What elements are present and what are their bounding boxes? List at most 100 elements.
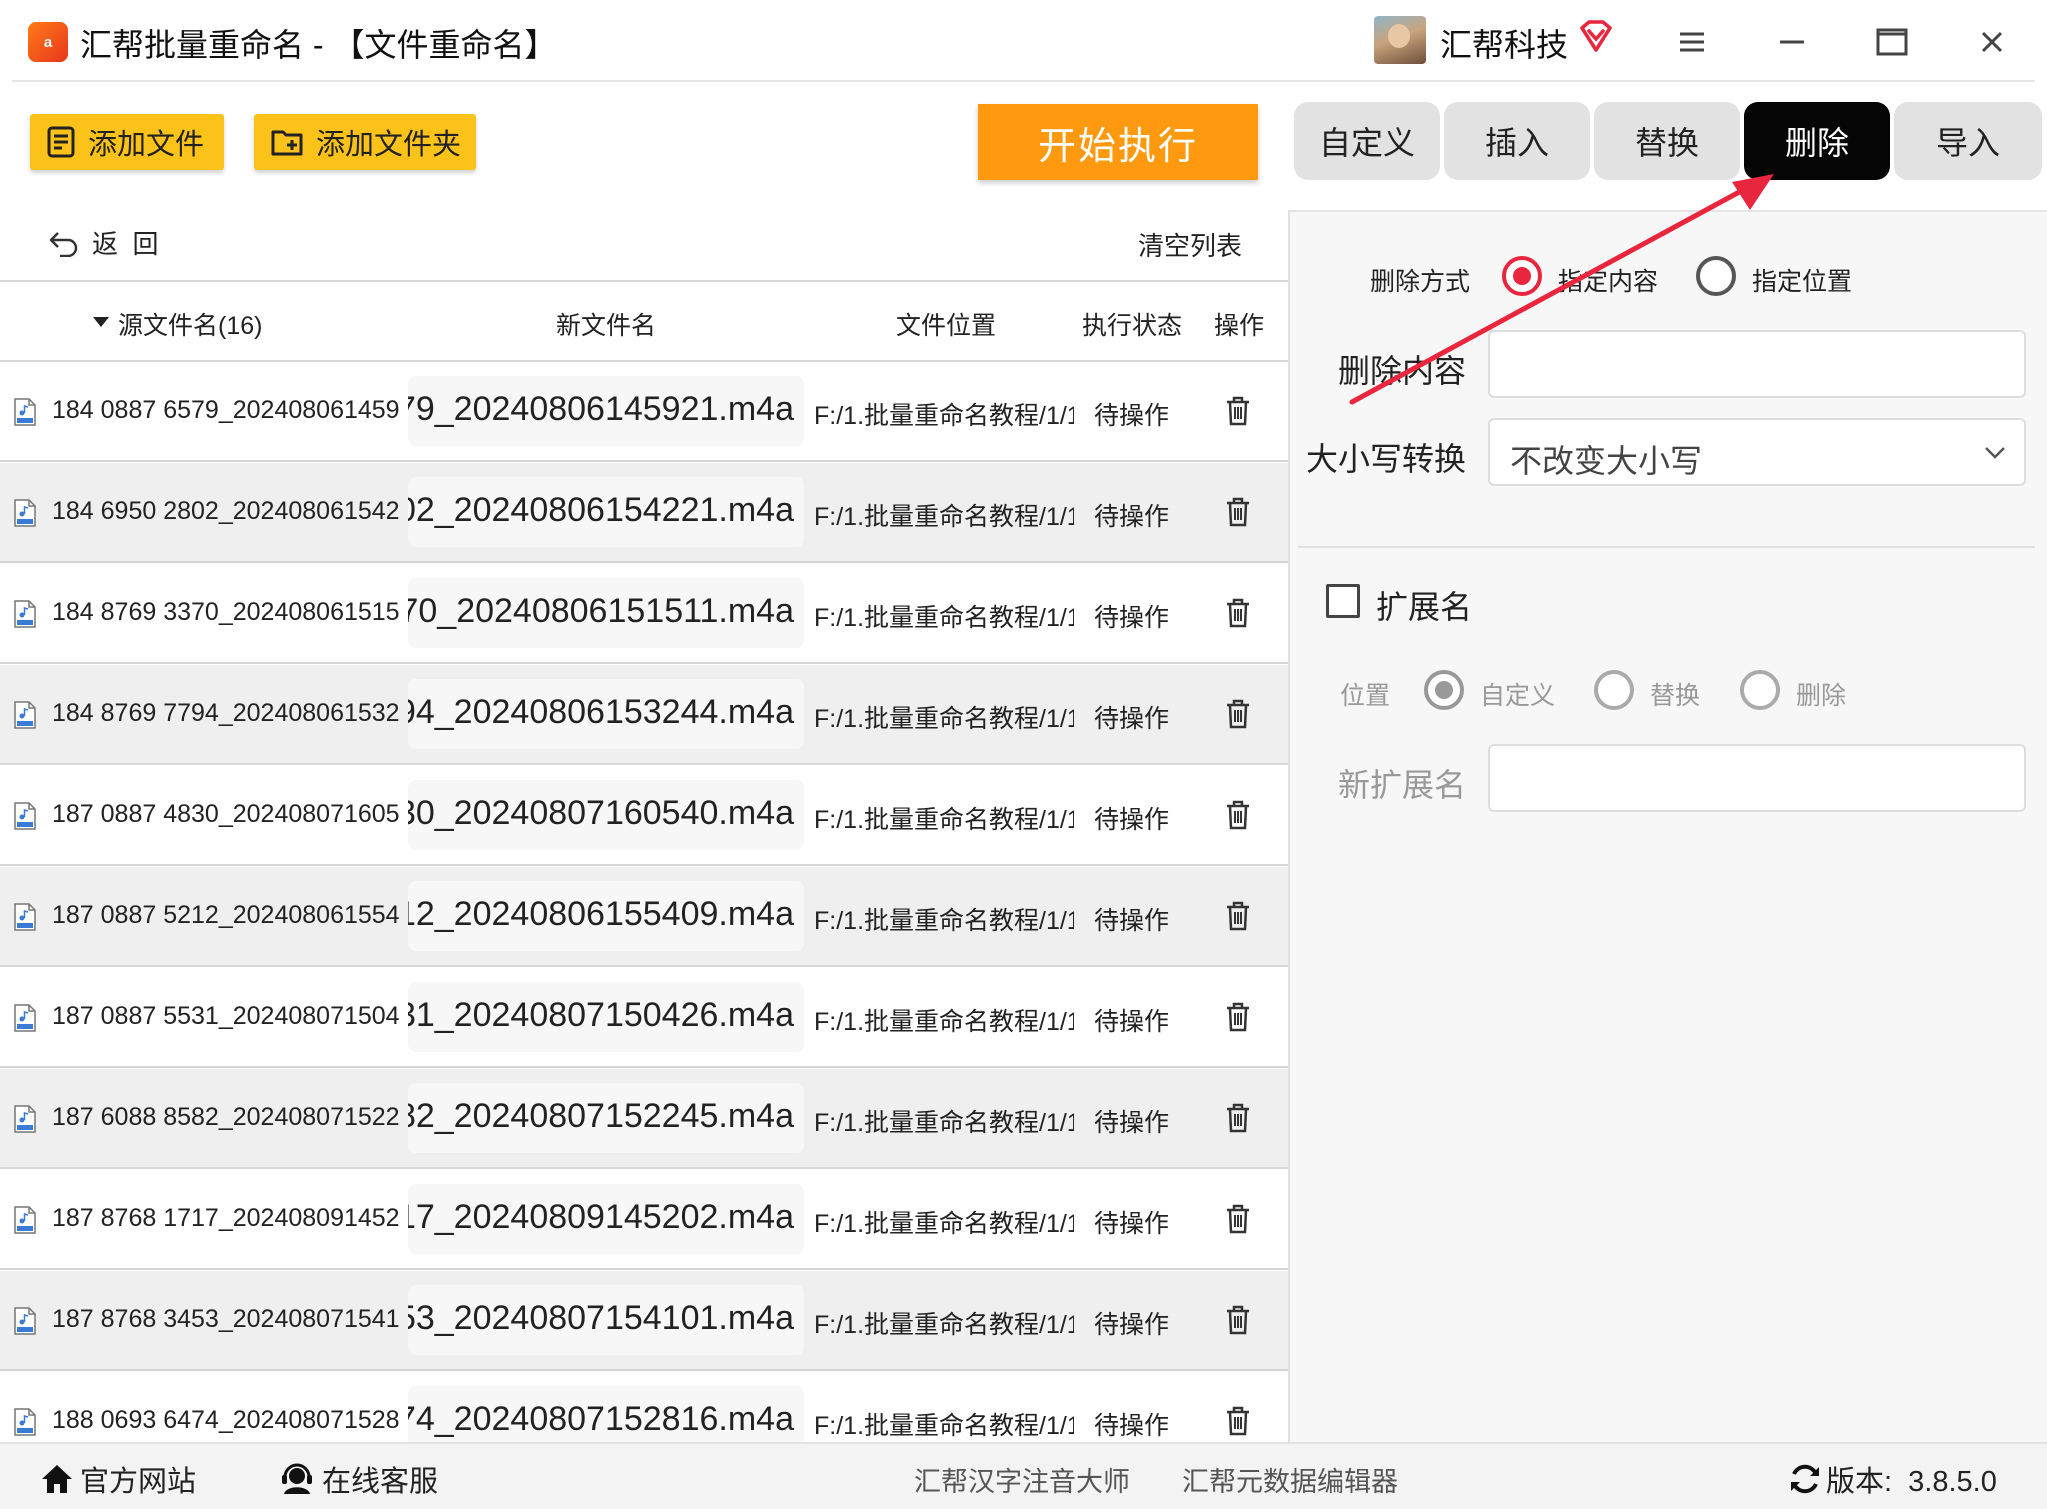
case-select-value: 不改变大小写 bbox=[1510, 443, 1703, 479]
m4a-file-icon bbox=[14, 499, 36, 527]
trash-icon[interactable] bbox=[1224, 497, 1252, 527]
table-row[interactable]: 187 0887 4830_202408071605 187 0887 4830_… bbox=[0, 766, 1288, 866]
source-filename: 184 8769 3370_202408061515 bbox=[52, 598, 400, 626]
m4a-file-icon bbox=[14, 1105, 36, 1133]
table-row[interactable]: 187 0887 5212_202408061554 187 0887 5212_… bbox=[0, 867, 1288, 967]
case-label: 大小写转换 bbox=[1306, 441, 1467, 477]
status-text: 待操作 bbox=[1094, 503, 1170, 531]
radio-ext-replace-label[interactable]: 替换 bbox=[1650, 676, 1700, 712]
radio-ext-custom-label[interactable]: 自定义 bbox=[1480, 676, 1555, 712]
file-location: F:/1.批量重命名教程/1/1 bbox=[814, 604, 1074, 632]
table-row[interactable]: 184 0887 6579_202408061459 184 0887 6579_… bbox=[0, 362, 1288, 462]
status-text: 待操作 bbox=[1094, 907, 1170, 935]
new-filename-field[interactable]: 188 0693 6474_20240807152816.m4a bbox=[408, 1386, 804, 1442]
tab-insert[interactable]: 插入 bbox=[1444, 102, 1590, 180]
clear-list-button[interactable]: 清空列表 bbox=[1138, 226, 1242, 263]
menu-icon[interactable] bbox=[1670, 20, 1714, 64]
link-metadata-app[interactable]: 汇帮元数据编辑器 bbox=[1182, 1460, 1398, 1499]
new-filename-field[interactable]: 187 0887 4830_20240807160540.m4a bbox=[408, 780, 804, 850]
tab-replace[interactable]: 替换 bbox=[1594, 102, 1740, 180]
tab-custom[interactable]: 自定义 bbox=[1294, 102, 1440, 180]
website-label: 官方网站 bbox=[80, 1466, 197, 1498]
back-button[interactable]: 返 回 bbox=[48, 224, 158, 261]
new-extension-label: 新扩展名 bbox=[1338, 767, 1467, 803]
radio-ext-custom[interactable] bbox=[1424, 670, 1464, 710]
m4a-file-icon bbox=[14, 1206, 36, 1234]
file-location: F:/1.批量重命名教程/1/1 bbox=[814, 907, 1074, 935]
trash-icon[interactable] bbox=[1224, 1305, 1252, 1335]
file-location: F:/1.批量重命名教程/1/1 bbox=[814, 806, 1074, 834]
trash-icon[interactable] bbox=[1224, 1103, 1252, 1133]
sort-desc-icon[interactable] bbox=[92, 306, 110, 335]
trash-icon[interactable] bbox=[1224, 1204, 1252, 1234]
new-filename-field[interactable]: 187 8768 3453_20240807154101.m4a bbox=[408, 1285, 804, 1355]
link-pinyin-app[interactable]: 汇帮汉字注音大师 bbox=[914, 1460, 1130, 1499]
table-row[interactable]: 187 0887 5531_202408071504 187 0887 5531_… bbox=[0, 968, 1288, 1068]
support-link[interactable]: 在线客服 bbox=[280, 1458, 438, 1500]
new-filename-field[interactable]: 187 0887 5531_20240807150426.m4a bbox=[408, 982, 804, 1052]
tab-delete[interactable]: 删除 bbox=[1744, 102, 1890, 180]
new-filename-field[interactable]: 187 0887 5212_20240806155409.m4a bbox=[408, 881, 804, 951]
status-text: 待操作 bbox=[1094, 1109, 1170, 1137]
case-select[interactable]: 不改变大小写 bbox=[1488, 418, 2026, 486]
new-filename-field[interactable]: 184 8769 7794_20240806153244.m4a bbox=[408, 679, 804, 749]
close-icon[interactable] bbox=[1970, 20, 2014, 64]
trash-icon[interactable] bbox=[1224, 901, 1252, 931]
new-filename-field[interactable]: 187 8768 1717_20240809145202.m4a bbox=[408, 1184, 804, 1254]
file-location: F:/1.批量重命名教程/1/1 bbox=[814, 705, 1074, 733]
source-filename: 187 0887 4830_202408071605 bbox=[52, 800, 400, 828]
status-bar: 官方网站 在线客服 汇帮汉字注音大师 汇帮元数据编辑器 版本: 3.8.5.0 bbox=[0, 1442, 2047, 1509]
extension-checkbox-label[interactable]: 扩展名 bbox=[1376, 582, 1472, 628]
start-button[interactable]: 开始执行 bbox=[978, 104, 1258, 180]
radio-ext-delete-label[interactable]: 删除 bbox=[1796, 676, 1846, 712]
new-filename-field[interactable]: 184 0887 6579_20240806145921.m4a bbox=[408, 376, 804, 446]
table-row[interactable]: 187 6088 8582_202408071522 187 6088 8582_… bbox=[0, 1069, 1288, 1169]
extension-checkbox[interactable] bbox=[1326, 584, 1360, 618]
version-info[interactable]: 版本: 3.8.5.0 bbox=[1788, 1458, 1997, 1500]
maximize-icon[interactable] bbox=[1870, 20, 1914, 64]
table-row[interactable]: 184 8769 3370_202408061515 184 8769 3370_… bbox=[0, 564, 1288, 664]
company-name: 汇帮科技 bbox=[1440, 27, 1569, 63]
col-status: 执行状态 bbox=[1082, 312, 1183, 340]
panel-section-divider bbox=[1298, 546, 2035, 548]
new-filename-field[interactable]: 184 6950 2802_20240806154221.m4a bbox=[408, 477, 804, 547]
add-folder-label: 添加文件夹 bbox=[316, 129, 462, 161]
trash-icon[interactable] bbox=[1224, 699, 1252, 729]
website-link[interactable]: 官方网站 bbox=[40, 1458, 196, 1500]
table-row[interactable]: 184 6950 2802_202408061542 184 6950 2802_… bbox=[0, 463, 1288, 563]
source-filename: 188 0693 6474_202408071528 bbox=[52, 1406, 400, 1434]
minimize-icon[interactable] bbox=[1770, 20, 1814, 64]
trash-icon[interactable] bbox=[1224, 396, 1252, 426]
trash-icon[interactable] bbox=[1224, 598, 1252, 628]
m4a-file-icon bbox=[14, 600, 36, 628]
refresh-icon bbox=[1791, 1464, 1819, 1494]
table-row[interactable]: 187 8768 1717_202408091452 187 8768 1717_… bbox=[0, 1170, 1288, 1270]
add-folder-button[interactable]: 添加文件夹 bbox=[254, 114, 476, 170]
add-file-button[interactable]: 添加文件 bbox=[30, 114, 224, 170]
status-text: 待操作 bbox=[1094, 402, 1170, 430]
title-bar: a 汇帮批量重命名 - 【文件重命名】 汇帮科技 bbox=[0, 0, 2047, 82]
tab-import[interactable]: 导入 bbox=[1894, 102, 2042, 180]
radio-ext-delete[interactable] bbox=[1740, 670, 1780, 710]
file-table: 184 0887 6579_202408061459 184 0887 6579_… bbox=[0, 362, 1288, 1442]
status-text: 待操作 bbox=[1094, 604, 1170, 632]
radio-ext-replace[interactable] bbox=[1594, 670, 1634, 710]
user-avatar[interactable] bbox=[1374, 16, 1426, 64]
table-row[interactable]: 184 8769 7794_202408061532 184 8769 7794_… bbox=[0, 665, 1288, 765]
table-row[interactable]: 187 8768 3453_202408071541 187 8768 3453_… bbox=[0, 1271, 1288, 1371]
col-source[interactable]: 源文件名(16) bbox=[118, 306, 262, 342]
status-text: 待操作 bbox=[1094, 1412, 1170, 1440]
status-text: 待操作 bbox=[1094, 1311, 1170, 1339]
m4a-file-icon bbox=[14, 903, 36, 931]
new-filename-field[interactable]: 187 6088 8582_20240807152245.m4a bbox=[408, 1083, 804, 1153]
vip-diamond-icon[interactable] bbox=[1578, 18, 1614, 54]
trash-icon[interactable] bbox=[1224, 1002, 1252, 1032]
file-list-icon bbox=[47, 126, 75, 158]
file-location: F:/1.批量重命名教程/1/1 bbox=[814, 402, 1074, 430]
status-text: 待操作 bbox=[1094, 806, 1170, 834]
trash-icon[interactable] bbox=[1224, 1406, 1252, 1436]
new-filename-field[interactable]: 184 8769 3370_20240806151511.m4a bbox=[408, 578, 804, 648]
new-extension-input[interactable] bbox=[1488, 744, 2026, 812]
table-row[interactable]: 188 0693 6474_202408071528 188 0693 6474_… bbox=[0, 1372, 1288, 1442]
trash-icon[interactable] bbox=[1224, 800, 1252, 830]
